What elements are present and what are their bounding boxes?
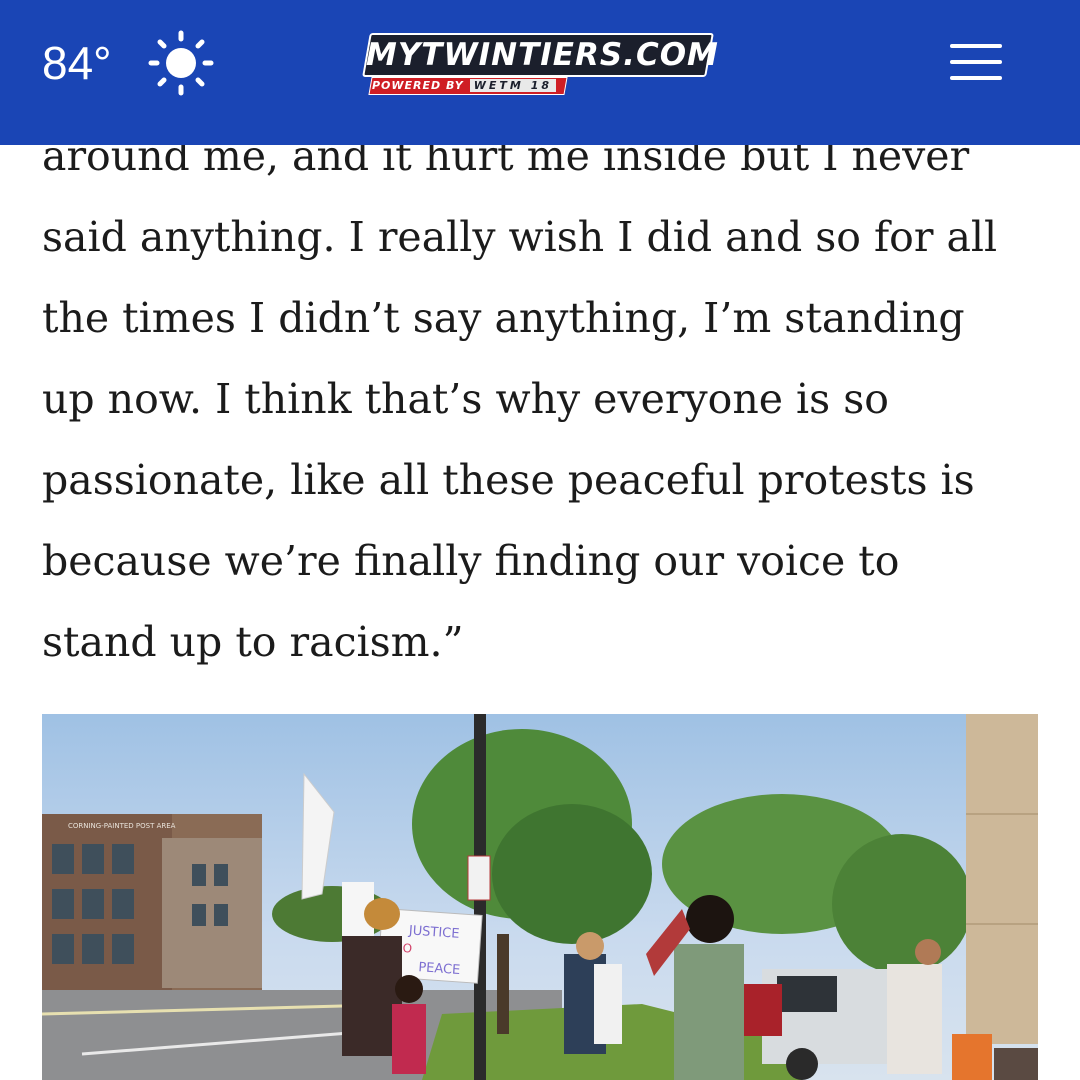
article-line: passionate, like all these peaceful prot…	[42, 456, 975, 504]
station-label: WETM 18	[469, 79, 556, 92]
protest-scene-illustration: CORNING-PAINTED POST AREA JUSTICE NO PEA	[42, 714, 1038, 1080]
site-header: 84° MYTWINTIERS.COM POWERED BY WETM 18	[0, 0, 1080, 145]
article-body: around me, and it hurt me inside but I n…	[42, 116, 1042, 683]
article-line: stand up to racism.”	[42, 618, 464, 666]
sun-icon[interactable]	[148, 30, 214, 96]
article-line: said anything. I really wish I did and s…	[42, 213, 998, 261]
sign-text-peace: PEACE	[418, 960, 461, 978]
building-sign: CORNING-PAINTED POST AREA	[68, 822, 176, 830]
powered-by-label: POWERED BY	[372, 79, 464, 92]
logo-powered-by: POWERED BY WETM 18	[372, 78, 556, 94]
article-line: the times I didn’t say anything, I’m sta…	[42, 294, 965, 342]
temperature-readout[interactable]: 84°	[42, 36, 112, 90]
article-line: because we’re finally finding our voice …	[42, 537, 900, 585]
logo-title: MYTWINTIERS.COM	[366, 37, 719, 73]
article-line: up now. I think that’s why everyone is s…	[42, 375, 889, 423]
hamburger-menu-icon[interactable]	[946, 42, 1006, 82]
article-photo[interactable]: CORNING-PAINTED POST AREA JUSTICE NO PEA	[42, 714, 1038, 1080]
site-logo[interactable]: MYTWINTIERS.COM POWERED BY WETM 18	[362, 33, 719, 97]
